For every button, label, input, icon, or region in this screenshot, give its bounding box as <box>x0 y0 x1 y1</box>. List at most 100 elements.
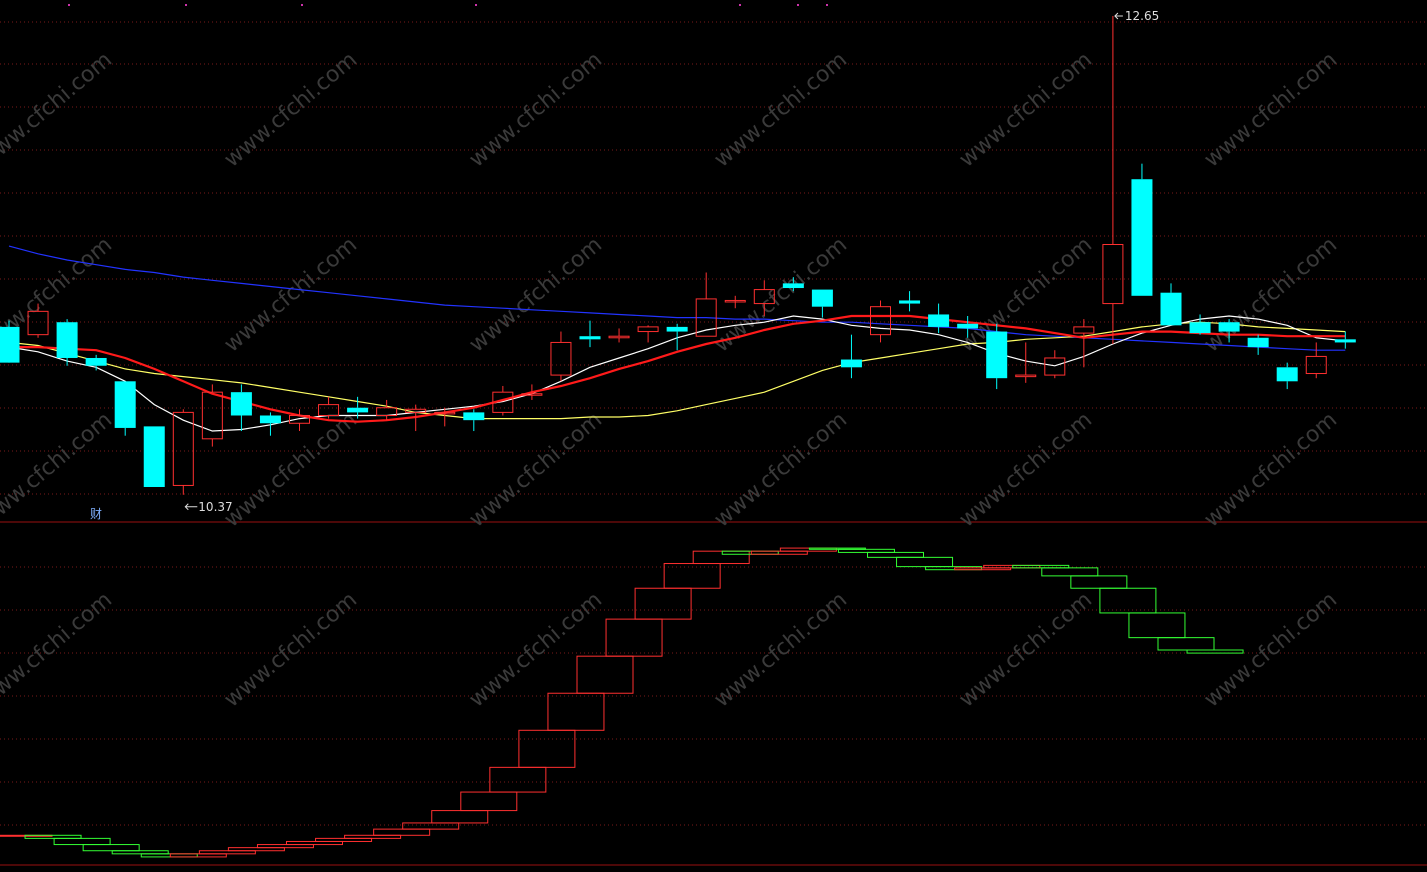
candle[interactable] <box>1102 16 1124 344</box>
candle[interactable] <box>463 409 485 432</box>
candle-body <box>782 283 804 289</box>
chart-canvas[interactable]: www.cfchi.com www.cfchi.com www.cfchi.com w… <box>0 0 1427 868</box>
candle[interactable] <box>1160 283 1182 326</box>
candle[interactable] <box>870 300 891 343</box>
candle-body <box>56 322 78 358</box>
indicator-box <box>489 766 547 793</box>
candle-body <box>1189 322 1211 334</box>
candle[interactable] <box>637 325 659 343</box>
candle[interactable] <box>259 412 281 436</box>
candle-body <box>811 289 833 307</box>
candle-body <box>1131 179 1153 296</box>
candle[interactable] <box>230 384 252 432</box>
candle[interactable] <box>1305 342 1327 379</box>
watermark-text: www.cfchi.com <box>955 407 1097 532</box>
watermark-text: www.cfchi.com <box>710 587 852 712</box>
indicator-box <box>53 837 111 846</box>
candle[interactable] <box>114 381 136 436</box>
watermark-text: www.cfchi.com <box>710 407 852 532</box>
candle[interactable] <box>928 303 950 334</box>
top-tick-mark <box>301 4 303 6</box>
watermark-text: www.cfchi.com <box>220 232 362 357</box>
candle[interactable] <box>1073 319 1095 368</box>
low-arrow-icon <box>184 503 198 511</box>
indicator-box <box>576 655 634 694</box>
candle-body <box>0 326 20 363</box>
high-price-label: 12.65 <box>1125 9 1159 23</box>
indicator-box <box>518 729 576 768</box>
candle-body <box>928 314 950 327</box>
candle-body <box>259 415 281 424</box>
candles-group <box>0 16 1356 495</box>
candle-body <box>1102 244 1124 305</box>
indicator-box <box>402 822 460 830</box>
low-price-label: 10.37 <box>198 500 232 514</box>
watermark-text: www.cfchi.com <box>955 47 1097 172</box>
top-tick-mark <box>797 4 799 6</box>
indicator-box <box>431 810 489 824</box>
candle-body <box>1160 292 1182 326</box>
candle[interactable] <box>986 323 1008 390</box>
candle-body <box>870 306 891 336</box>
indicator-box <box>82 844 140 852</box>
watermark-text: www.cfchi.com <box>220 587 362 712</box>
candle-body <box>957 323 979 329</box>
candle[interactable] <box>811 289 833 318</box>
candle-body <box>1334 339 1356 343</box>
finance-event-marker[interactable]: 财 <box>90 507 102 521</box>
indicator-box <box>460 791 518 812</box>
candle[interactable] <box>666 323 688 351</box>
watermark-text: www.cfchi.com <box>465 587 607 712</box>
candle[interactable] <box>724 295 746 309</box>
watermark-text: www.cfchi.com <box>0 587 117 712</box>
candle[interactable] <box>85 354 107 371</box>
candle[interactable] <box>899 291 921 312</box>
candle-body <box>899 300 921 304</box>
indicator-box <box>605 618 663 657</box>
candle[interactable] <box>1334 331 1356 349</box>
candle[interactable] <box>579 320 601 348</box>
candle[interactable] <box>1276 362 1298 390</box>
candle-body <box>463 412 485 421</box>
top-tick-mark <box>68 4 70 6</box>
candle-body <box>1015 374 1037 378</box>
top-tick-mark <box>185 4 187 6</box>
watermark-text: www.cfchi.com <box>955 587 1097 712</box>
candle-body <box>579 336 601 340</box>
candle[interactable] <box>376 399 398 421</box>
candle[interactable] <box>1247 334 1269 355</box>
candle[interactable] <box>0 320 20 363</box>
candle-body <box>608 335 630 339</box>
top-tick-mark <box>739 4 741 6</box>
candle-body <box>201 391 223 440</box>
candle[interactable] <box>521 384 543 400</box>
watermark-text: www.cfchi.com <box>220 47 362 172</box>
candle-body <box>1073 326 1095 334</box>
candle[interactable] <box>143 426 165 487</box>
indicator-box <box>1157 637 1215 651</box>
candle-body <box>1276 367 1298 382</box>
candle-body <box>637 326 659 333</box>
candle[interactable] <box>608 328 630 343</box>
watermark-text: www.cfchi.com <box>0 47 117 172</box>
watermark-text: www.cfchi.com <box>465 47 607 172</box>
candle[interactable] <box>1189 314 1211 335</box>
candle-body <box>143 426 165 487</box>
candle-body <box>347 407 369 413</box>
indicator-box <box>1070 575 1128 589</box>
candle-body <box>986 331 1008 379</box>
candle[interactable] <box>1131 163 1153 296</box>
stock-chart-window[interactable]: www.cfchi.com www.cfchi.com www.cfchi.com w… <box>0 0 1427 868</box>
top-tick-mark <box>826 4 828 6</box>
candle[interactable] <box>172 409 194 495</box>
candle[interactable] <box>840 334 862 379</box>
candle-body <box>1247 337 1269 348</box>
indicator-box <box>547 692 605 731</box>
indicator-box <box>867 551 924 558</box>
indicator-box <box>373 828 431 836</box>
high-arrow-icon <box>1114 12 1123 20</box>
candle-body <box>1044 357 1066 376</box>
candle-body <box>230 392 252 416</box>
candle[interactable] <box>550 331 572 382</box>
candle[interactable] <box>695 272 717 337</box>
